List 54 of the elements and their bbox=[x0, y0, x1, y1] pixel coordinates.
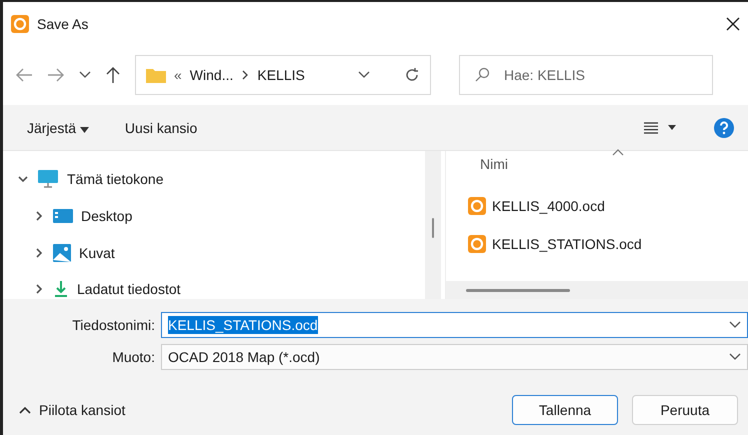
picture-icon bbox=[53, 244, 71, 262]
file-name: KELLIS_4000.ocd bbox=[492, 198, 605, 214]
monitor-icon bbox=[37, 169, 59, 189]
dropdown-caret-icon[interactable] bbox=[729, 321, 741, 329]
address-caret-icon[interactable] bbox=[358, 71, 370, 79]
sort-up-icon bbox=[612, 149, 624, 156]
download-icon bbox=[53, 280, 69, 298]
tree-item-label: Tämä tietokone bbox=[67, 171, 164, 187]
app-logo-icon bbox=[11, 14, 29, 32]
organize-menu[interactable]: Järjestä bbox=[27, 120, 89, 136]
tree-item-label: Desktop bbox=[81, 208, 132, 224]
help-icon[interactable] bbox=[714, 118, 734, 138]
file-name: KELLIS_STATIONS.ocd bbox=[492, 236, 642, 252]
view-options-icon[interactable] bbox=[644, 122, 678, 134]
window-title: Save As bbox=[37, 16, 88, 32]
breadcrumb-item[interactable]: Wind... bbox=[190, 67, 234, 83]
tree-item[interactable]: Desktop bbox=[17, 206, 425, 226]
scrollbar-thumb[interactable] bbox=[466, 288, 570, 292]
app-logo-icon bbox=[468, 197, 486, 215]
filename-field[interactable]: KELLIS_STATIONS.ocd bbox=[161, 312, 748, 338]
tree-item-label: Kuvat bbox=[79, 244, 115, 260]
refresh-icon[interactable] bbox=[404, 67, 420, 83]
address-bar[interactable]: « Wind... KELLIS bbox=[135, 55, 431, 95]
recent-caret-icon[interactable] bbox=[79, 71, 91, 79]
cancel-button[interactable]: Peruuta bbox=[632, 395, 738, 425]
search-icon bbox=[474, 67, 490, 83]
close-icon[interactable] bbox=[726, 16, 740, 30]
forward-arrow-icon[interactable] bbox=[47, 67, 65, 83]
breadcrumb-item[interactable]: KELLIS bbox=[257, 67, 305, 83]
file-item[interactable]: KELLIS_4000.ocd bbox=[446, 187, 748, 225]
scrollbar-thumb[interactable] bbox=[432, 218, 434, 238]
tree-item[interactable]: Kuvat bbox=[17, 242, 425, 262]
tree-item-label: Ladatut tiedostot bbox=[77, 281, 181, 298]
desktop-icon bbox=[53, 208, 73, 224]
tree-item[interactable]: Tämä tietokone bbox=[17, 169, 425, 189]
search-field[interactable]: Hae: KELLIS bbox=[459, 55, 713, 95]
filename-label: Tiedostonimi: bbox=[71, 317, 156, 333]
breadcrumb-overflow[interactable]: « bbox=[174, 67, 182, 83]
caret-down-icon bbox=[80, 126, 89, 132]
format-label: Muoto: bbox=[111, 349, 156, 365]
chevron-right-icon bbox=[241, 70, 250, 80]
back-arrow-icon[interactable] bbox=[15, 67, 33, 83]
format-dropdown[interactable]: OCAD 2018 Map (*.ocd) bbox=[161, 344, 748, 370]
folder-icon bbox=[146, 67, 166, 83]
name-column-header[interactable]: Nimi bbox=[480, 156, 508, 172]
save-button[interactable]: Tallenna bbox=[512, 395, 618, 425]
tree-item[interactable]: Ladatut tiedostot bbox=[17, 279, 425, 299]
new-folder-button[interactable]: Uusi kansio bbox=[124, 120, 198, 136]
app-logo-icon bbox=[468, 235, 486, 253]
hide-folders-toggle[interactable]: Piilota kansiot bbox=[19, 402, 126, 418]
up-arrow-icon[interactable] bbox=[105, 66, 121, 84]
file-item[interactable]: KELLIS_STATIONS.ocd bbox=[446, 225, 748, 263]
dropdown-caret-icon[interactable] bbox=[729, 353, 741, 361]
chevron-up-icon bbox=[19, 406, 31, 414]
